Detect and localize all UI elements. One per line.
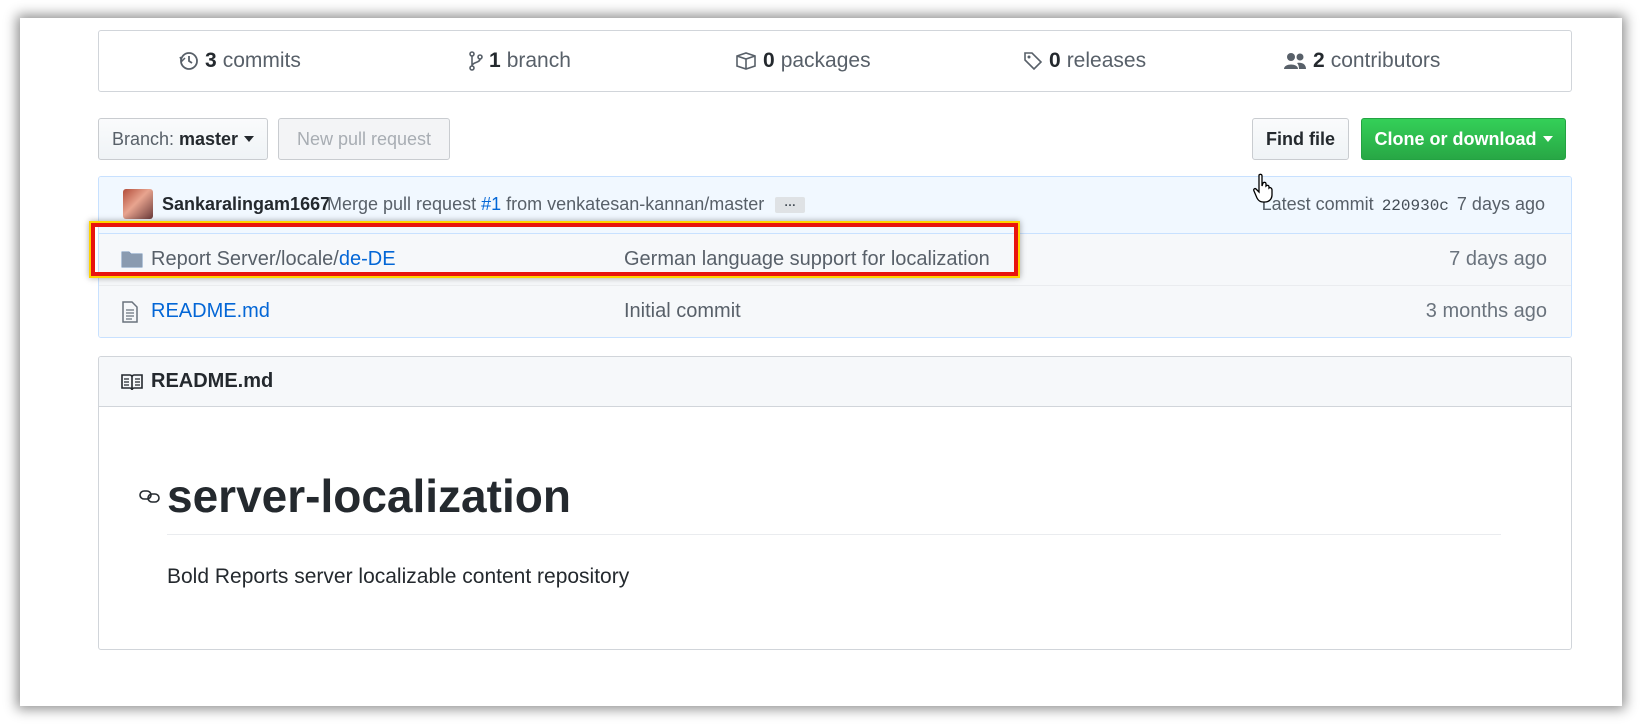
file-icon: [122, 301, 138, 323]
file-path-link[interactable]: README.md: [151, 300, 270, 323]
commits-label: commits: [222, 49, 301, 72]
commit-message-end[interactable]: from venkatesan-kannan/master: [506, 194, 764, 214]
latest-commit-info: Latest commit 220930c 7 days ago: [1262, 194, 1545, 215]
table-row: Report Server/locale/de-DE German langua…: [99, 234, 1571, 286]
history-icon: [179, 52, 198, 70]
clone-button-label: Clone or download: [1374, 128, 1537, 149]
chevron-down-icon: [1542, 136, 1553, 142]
pull-request-link[interactable]: #1: [481, 194, 501, 214]
book-icon: [121, 373, 143, 390]
folder-icon: [121, 251, 143, 268]
readme-description: Bold Reports server localizable content …: [167, 565, 630, 588]
contributors-count: 2: [1313, 49, 1325, 72]
file-path-leaf[interactable]: de-DE: [339, 248, 396, 270]
tag-icon: [1024, 52, 1043, 71]
file-path-link[interactable]: Report Server/locale/de-DE: [151, 248, 396, 271]
branch-icon: [469, 51, 483, 71]
package-icon: [736, 52, 756, 70]
repo-page: 3 commits 1 branch 0 packages 0 releases…: [20, 18, 1622, 706]
packages-label: packages: [780, 49, 871, 72]
repo-summary-bar: 3 commits 1 branch 0 packages 0 releases…: [98, 30, 1572, 92]
file-commit-message[interactable]: German language support for localization: [624, 248, 990, 271]
releases-count: 0: [1049, 49, 1061, 72]
releases-label: releases: [1066, 49, 1147, 72]
readme-header: README.md: [99, 357, 1571, 407]
contributors-link[interactable]: 2 contributors: [1283, 31, 1440, 91]
heading-divider: [167, 534, 1501, 535]
commit-age: 7 days ago: [1456, 194, 1545, 214]
commits-link[interactable]: 3 commits: [179, 31, 301, 91]
clone-or-download-button[interactable]: Clone or download: [1361, 118, 1566, 160]
packages-count: 0: [763, 49, 775, 72]
commit-sha-link[interactable]: 220930c: [1382, 197, 1449, 215]
new-pull-request-button[interactable]: New pull request: [278, 118, 450, 160]
latest-commit-label: Latest commit: [1261, 194, 1374, 214]
branch-label: branch: [506, 49, 571, 72]
expand-commit-button[interactable]: …: [775, 196, 805, 213]
find-file-button[interactable]: Find file: [1252, 118, 1349, 160]
commit-message-start[interactable]: Merge pull request: [327, 194, 476, 214]
file-table: Sankaralingam1667 Merge pull request #1 …: [98, 176, 1572, 338]
commit-message: Merge pull request #1 from venkatesan-ka…: [327, 194, 764, 215]
latest-commit-row: Sankaralingam1667 Merge pull request #1 …: [99, 177, 1571, 234]
packages-link[interactable]: 0 packages: [735, 31, 871, 91]
chevron-down-icon: [244, 136, 255, 142]
file-age: 3 months ago: [1425, 300, 1547, 322]
file-path-prefix[interactable]: Report Server/locale/: [151, 248, 339, 270]
contributors-label: contributors: [1330, 49, 1441, 72]
branch-select-button[interactable]: Branch: master: [98, 118, 268, 160]
readme-heading: server-localization: [167, 470, 571, 522]
branch-select-value: master: [179, 128, 239, 149]
releases-link[interactable]: 0 releases: [1023, 31, 1146, 91]
file-path-leaf[interactable]: README.md: [151, 300, 270, 322]
hand-cursor-icon: [1253, 173, 1273, 203]
branch-count: 1: [489, 49, 501, 72]
readme-panel: README.md server-localization Bold Repor…: [98, 356, 1572, 650]
table-row: README.md Initial commit 3 months ago: [99, 285, 1571, 337]
link-icon[interactable]: [139, 487, 161, 505]
people-icon: [1284, 53, 1306, 69]
commit-author-link[interactable]: Sankaralingam1667: [162, 194, 330, 215]
file-commit-message[interactable]: Initial commit: [624, 300, 741, 323]
branches-link[interactable]: 1 branch: [469, 31, 571, 91]
commits-count: 3: [205, 49, 217, 72]
readme-header-title: README.md: [151, 370, 274, 392]
avatar[interactable]: [123, 189, 153, 219]
file-age: 7 days ago: [1449, 248, 1547, 270]
branch-select-label: Branch:: [111, 128, 174, 149]
